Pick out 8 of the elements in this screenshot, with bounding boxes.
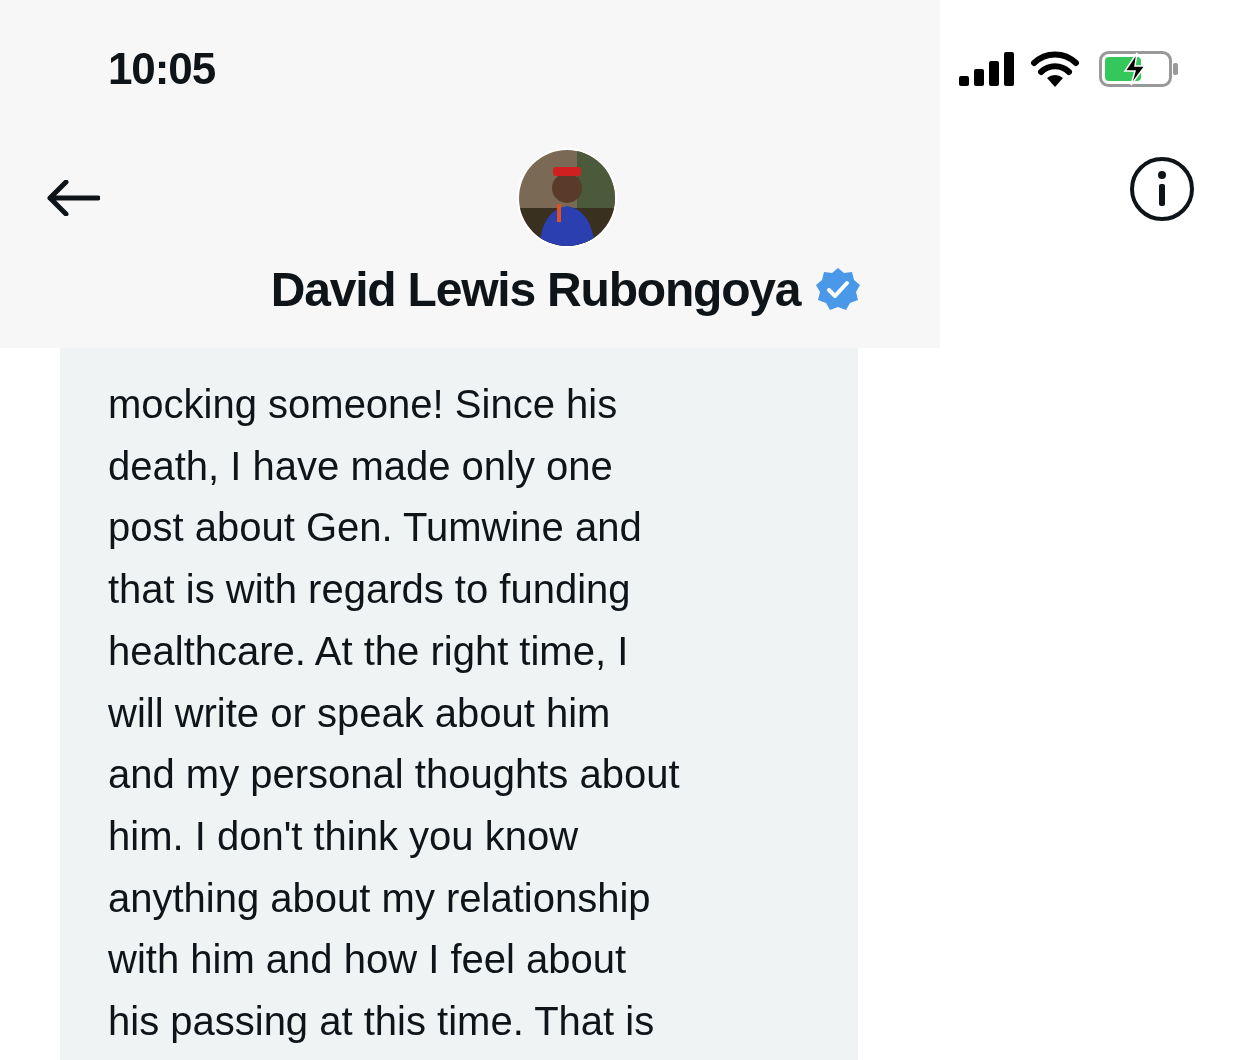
wifi-icon bbox=[1031, 51, 1079, 87]
contact-name: David Lewis Rubongoya bbox=[270, 266, 801, 314]
battery-charging-icon bbox=[1099, 51, 1179, 87]
status-time: 10:05 bbox=[108, 43, 216, 95]
signal-icon bbox=[959, 52, 1015, 86]
info-icon[interactable] bbox=[1129, 156, 1195, 222]
message-text: mocking someone! Since his death, I have made only one post about Gen. Tumwine and that is with regards to funding healthcare. At the right time, I will write or speak about him and my personal thoughts about him. I don't think you know anything about my relationship with him and how I feel about his passing at this time. That is bbox=[108, 381, 681, 1046]
back-arrow-icon[interactable] bbox=[46, 180, 100, 216]
